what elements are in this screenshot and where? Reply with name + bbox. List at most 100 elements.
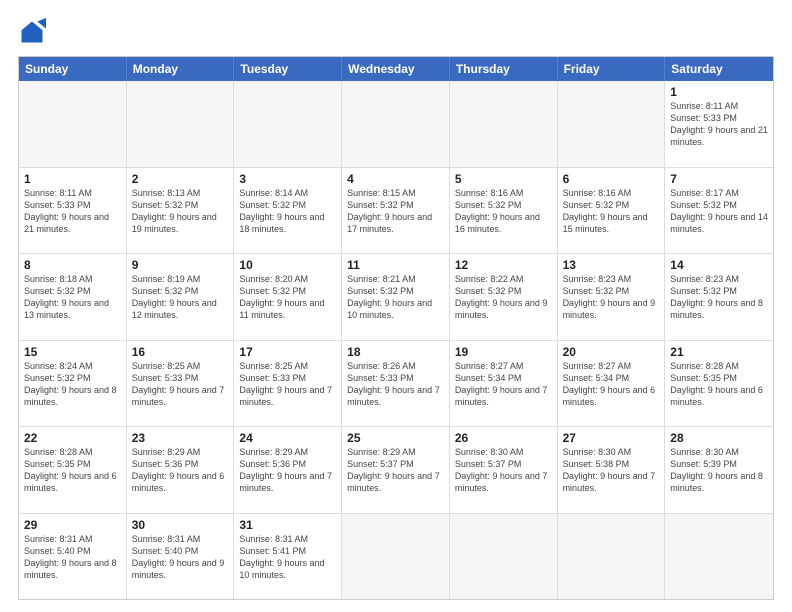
day-number: 5 [455, 172, 552, 186]
header-cell-friday: Friday [558, 57, 666, 81]
header [18, 18, 774, 46]
header-cell-wednesday: Wednesday [342, 57, 450, 81]
day-number: 28 [670, 431, 768, 445]
day-cell-8: 8 Sunrise: 8:18 AMSunset: 5:32 PMDayligh… [19, 254, 127, 340]
empty-cell [450, 514, 558, 600]
empty-cell [342, 514, 450, 600]
page: SundayMondayTuesdayWednesdayThursdayFrid… [0, 0, 792, 612]
logo [18, 18, 50, 46]
day-number: 14 [670, 258, 768, 272]
day-cell-9: 9 Sunrise: 8:19 AMSunset: 5:32 PMDayligh… [127, 254, 235, 340]
empty-cell [558, 514, 666, 600]
empty-cell [450, 81, 558, 167]
day-cell-1: 1 Sunrise: 8:11 AMSunset: 5:33 PMDayligh… [665, 81, 773, 167]
day-info: Sunrise: 8:28 AMSunset: 5:35 PMDaylight:… [24, 447, 117, 493]
day-cell-24: 24 Sunrise: 8:29 AMSunset: 5:36 PMDaylig… [234, 427, 342, 513]
week-row-4: 22 Sunrise: 8:28 AMSunset: 5:35 PMDaylig… [19, 427, 773, 514]
day-cell-13: 13 Sunrise: 8:23 AMSunset: 5:32 PMDaylig… [558, 254, 666, 340]
day-number: 20 [563, 345, 660, 359]
day-cell-16: 16 Sunrise: 8:25 AMSunset: 5:33 PMDaylig… [127, 341, 235, 427]
day-number: 25 [347, 431, 444, 445]
day-info: Sunrise: 8:28 AMSunset: 5:35 PMDaylight:… [670, 361, 763, 407]
day-cell-28: 28 Sunrise: 8:30 AMSunset: 5:39 PMDaylig… [665, 427, 773, 513]
day-cell-5: 5 Sunrise: 8:16 AMSunset: 5:32 PMDayligh… [450, 168, 558, 254]
day-cell-6: 6 Sunrise: 8:16 AMSunset: 5:32 PMDayligh… [558, 168, 666, 254]
day-info: Sunrise: 8:17 AMSunset: 5:32 PMDaylight:… [670, 188, 768, 234]
day-number: 10 [239, 258, 336, 272]
day-info: Sunrise: 8:31 AMSunset: 5:40 PMDaylight:… [24, 534, 117, 580]
day-info: Sunrise: 8:13 AMSunset: 5:32 PMDaylight:… [132, 188, 217, 234]
day-number: 3 [239, 172, 336, 186]
day-cell-19: 19 Sunrise: 8:27 AMSunset: 5:34 PMDaylig… [450, 341, 558, 427]
day-info: Sunrise: 8:19 AMSunset: 5:32 PMDaylight:… [132, 274, 217, 320]
header-cell-saturday: Saturday [665, 57, 773, 81]
week-row-1: 1 Sunrise: 8:11 AMSunset: 5:33 PMDayligh… [19, 168, 773, 255]
day-cell-20: 20 Sunrise: 8:27 AMSunset: 5:34 PMDaylig… [558, 341, 666, 427]
day-info: Sunrise: 8:29 AMSunset: 5:36 PMDaylight:… [239, 447, 332, 493]
day-cell-15: 15 Sunrise: 8:24 AMSunset: 5:32 PMDaylig… [19, 341, 127, 427]
day-cell-14: 14 Sunrise: 8:23 AMSunset: 5:32 PMDaylig… [665, 254, 773, 340]
calendar-body: 1 Sunrise: 8:11 AMSunset: 5:33 PMDayligh… [19, 81, 773, 599]
day-info: Sunrise: 8:16 AMSunset: 5:32 PMDaylight:… [563, 188, 648, 234]
day-number: 19 [455, 345, 552, 359]
day-info: Sunrise: 8:21 AMSunset: 5:32 PMDaylight:… [347, 274, 432, 320]
day-cell-4: 4 Sunrise: 8:15 AMSunset: 5:32 PMDayligh… [342, 168, 450, 254]
day-cell-21: 21 Sunrise: 8:28 AMSunset: 5:35 PMDaylig… [665, 341, 773, 427]
day-number: 1 [670, 85, 768, 99]
day-info: Sunrise: 8:27 AMSunset: 5:34 PMDaylight:… [455, 361, 548, 407]
day-number: 2 [132, 172, 229, 186]
week-row-3: 15 Sunrise: 8:24 AMSunset: 5:32 PMDaylig… [19, 341, 773, 428]
day-info: Sunrise: 8:20 AMSunset: 5:32 PMDaylight:… [239, 274, 324, 320]
day-info: Sunrise: 8:30 AMSunset: 5:39 PMDaylight:… [670, 447, 763, 493]
day-info: Sunrise: 8:25 AMSunset: 5:33 PMDaylight:… [239, 361, 332, 407]
day-number: 31 [239, 518, 336, 532]
calendar-header: SundayMondayTuesdayWednesdayThursdayFrid… [19, 57, 773, 81]
day-number: 16 [132, 345, 229, 359]
day-info: Sunrise: 8:27 AMSunset: 5:34 PMDaylight:… [563, 361, 656, 407]
day-cell-12: 12 Sunrise: 8:22 AMSunset: 5:32 PMDaylig… [450, 254, 558, 340]
day-cell-31: 31 Sunrise: 8:31 AMSunset: 5:41 PMDaylig… [234, 514, 342, 600]
day-cell-1: 1 Sunrise: 8:11 AMSunset: 5:33 PMDayligh… [19, 168, 127, 254]
day-number: 24 [239, 431, 336, 445]
day-cell-23: 23 Sunrise: 8:29 AMSunset: 5:36 PMDaylig… [127, 427, 235, 513]
day-info: Sunrise: 8:29 AMSunset: 5:36 PMDaylight:… [132, 447, 225, 493]
day-info: Sunrise: 8:31 AMSunset: 5:40 PMDaylight:… [132, 534, 225, 580]
day-number: 6 [563, 172, 660, 186]
day-number: 21 [670, 345, 768, 359]
empty-cell [19, 81, 127, 167]
day-number: 29 [24, 518, 121, 532]
day-info: Sunrise: 8:15 AMSunset: 5:32 PMDaylight:… [347, 188, 432, 234]
day-info: Sunrise: 8:14 AMSunset: 5:32 PMDaylight:… [239, 188, 324, 234]
day-number: 18 [347, 345, 444, 359]
day-info: Sunrise: 8:23 AMSunset: 5:32 PMDaylight:… [563, 274, 656, 320]
day-number: 9 [132, 258, 229, 272]
day-info: Sunrise: 8:30 AMSunset: 5:38 PMDaylight:… [563, 447, 656, 493]
day-cell-27: 27 Sunrise: 8:30 AMSunset: 5:38 PMDaylig… [558, 427, 666, 513]
day-number: 30 [132, 518, 229, 532]
day-cell-17: 17 Sunrise: 8:25 AMSunset: 5:33 PMDaylig… [234, 341, 342, 427]
day-info: Sunrise: 8:22 AMSunset: 5:32 PMDaylight:… [455, 274, 548, 320]
header-cell-monday: Monday [127, 57, 235, 81]
calendar: SundayMondayTuesdayWednesdayThursdayFrid… [18, 56, 774, 600]
day-info: Sunrise: 8:16 AMSunset: 5:32 PMDaylight:… [455, 188, 540, 234]
header-cell-tuesday: Tuesday [234, 57, 342, 81]
day-info: Sunrise: 8:29 AMSunset: 5:37 PMDaylight:… [347, 447, 440, 493]
day-info: Sunrise: 8:23 AMSunset: 5:32 PMDaylight:… [670, 274, 763, 320]
empty-cell [558, 81, 666, 167]
day-number: 17 [239, 345, 336, 359]
day-cell-10: 10 Sunrise: 8:20 AMSunset: 5:32 PMDaylig… [234, 254, 342, 340]
day-cell-2: 2 Sunrise: 8:13 AMSunset: 5:32 PMDayligh… [127, 168, 235, 254]
day-info: Sunrise: 8:31 AMSunset: 5:41 PMDaylight:… [239, 534, 324, 580]
day-number: 26 [455, 431, 552, 445]
day-cell-26: 26 Sunrise: 8:30 AMSunset: 5:37 PMDaylig… [450, 427, 558, 513]
day-info: Sunrise: 8:24 AMSunset: 5:32 PMDaylight:… [24, 361, 117, 407]
header-cell-thursday: Thursday [450, 57, 558, 81]
day-number: 11 [347, 258, 444, 272]
week-row-5: 29 Sunrise: 8:31 AMSunset: 5:40 PMDaylig… [19, 514, 773, 600]
day-info: Sunrise: 8:18 AMSunset: 5:32 PMDaylight:… [24, 274, 109, 320]
day-number: 22 [24, 431, 121, 445]
day-number: 13 [563, 258, 660, 272]
day-cell-11: 11 Sunrise: 8:21 AMSunset: 5:32 PMDaylig… [342, 254, 450, 340]
day-cell-18: 18 Sunrise: 8:26 AMSunset: 5:33 PMDaylig… [342, 341, 450, 427]
day-cell-29: 29 Sunrise: 8:31 AMSunset: 5:40 PMDaylig… [19, 514, 127, 600]
